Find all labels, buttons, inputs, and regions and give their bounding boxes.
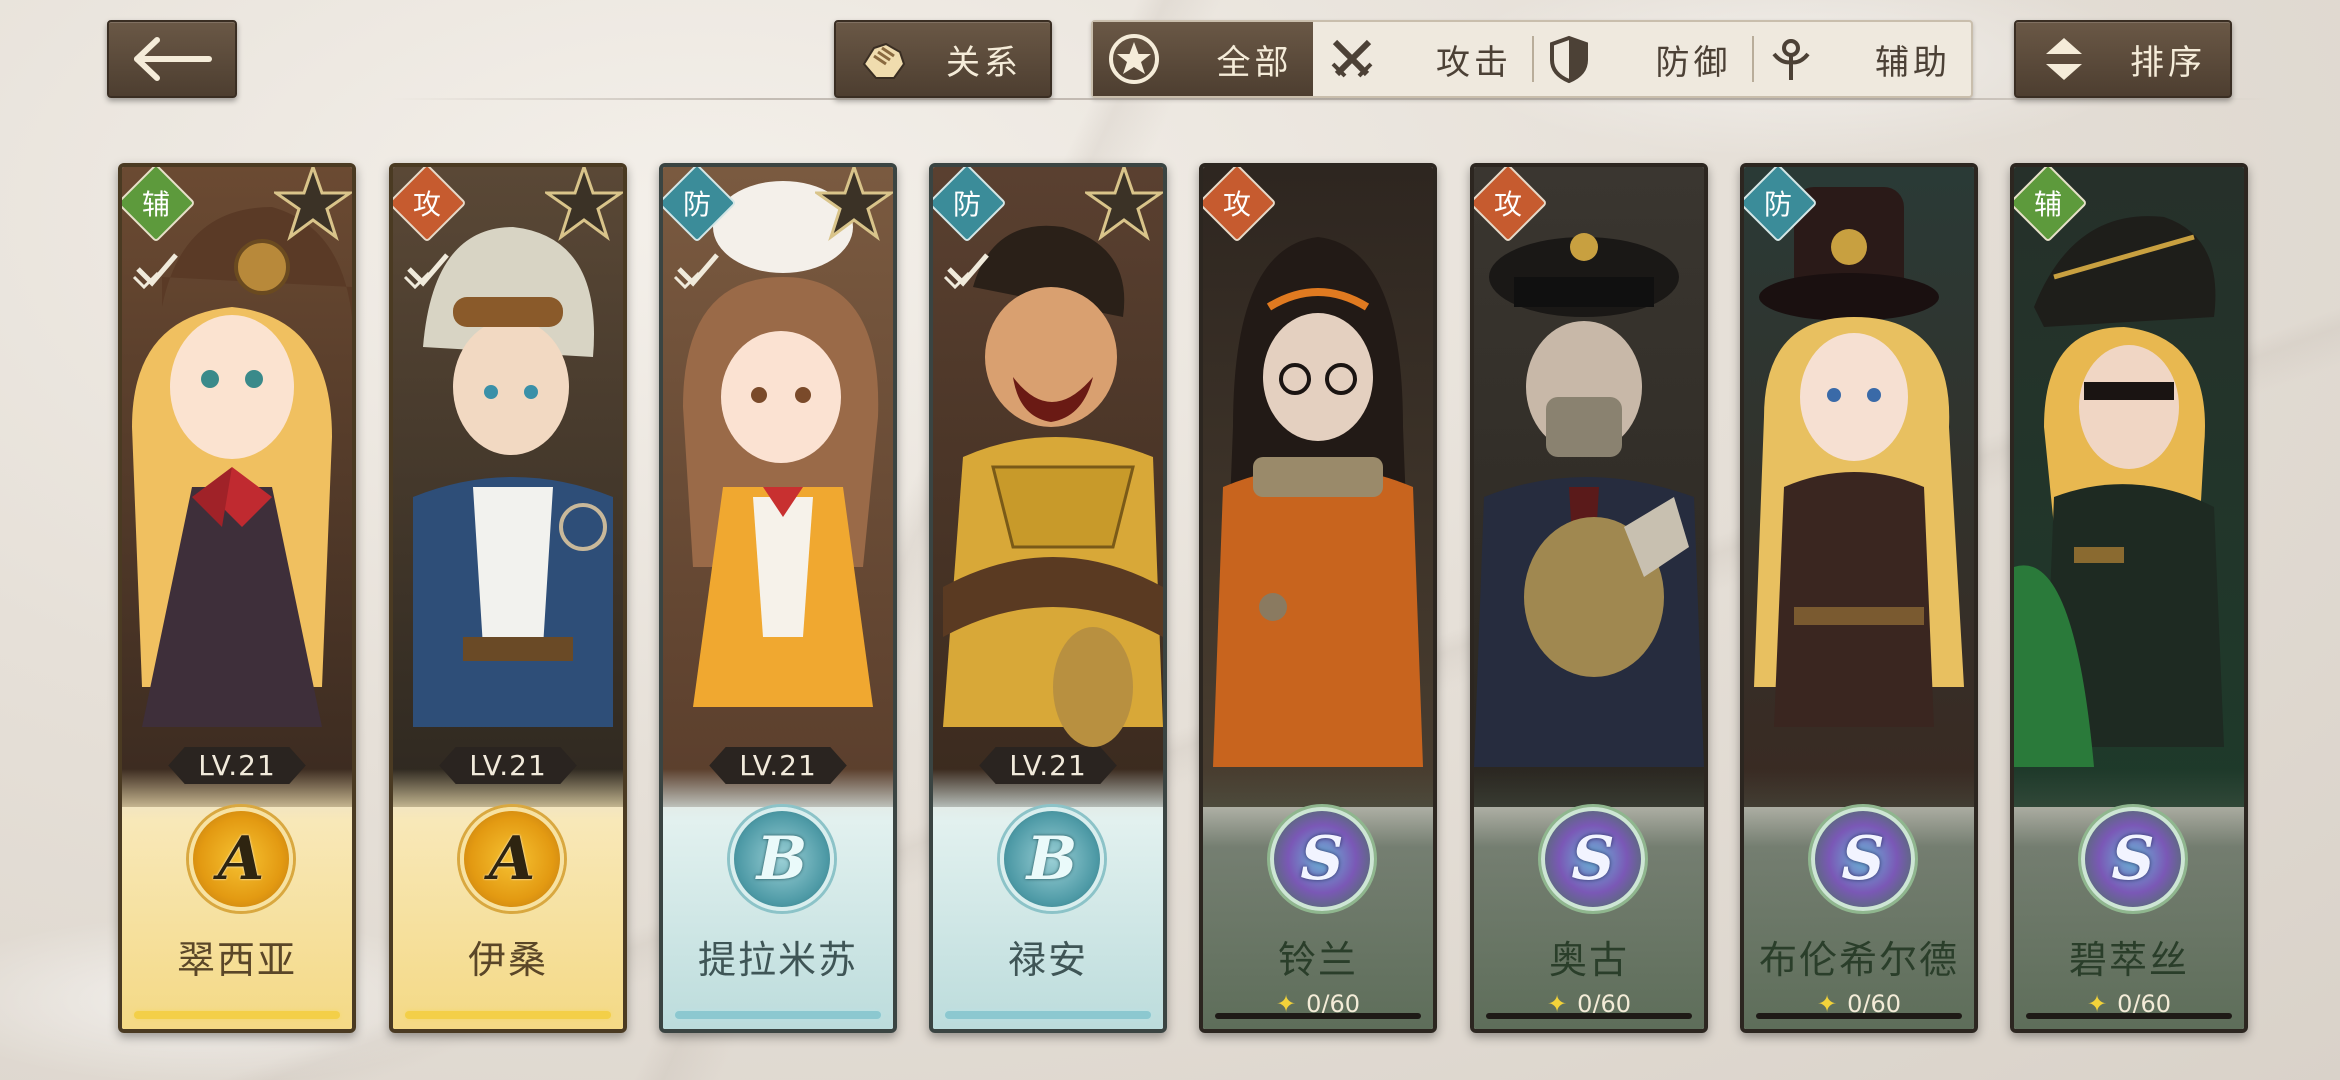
relation-button[interactable]: 关系 (834, 20, 1052, 98)
character-card[interactable]: 辅 LV.21 A 翠西亚 (118, 163, 356, 1033)
role-filter-tabs: 全部 攻击 防御 辅助 (1091, 20, 1973, 98)
rank-badge: S (2081, 807, 2185, 911)
header-divider (390, 98, 2270, 100)
handshake-icon (856, 34, 910, 84)
level-tag: LV.21 (168, 747, 306, 784)
level-tag: LV.21 (439, 747, 577, 784)
character-card[interactable]: 攻 S 铃兰 ✦ 0/60 (1199, 163, 1437, 1033)
rank-badge: B (1000, 807, 1104, 911)
character-portrait (2014, 167, 2244, 807)
xp-bar (405, 1011, 611, 1019)
shield-icon (1546, 34, 1592, 84)
favorite-star-icon[interactable] (545, 163, 623, 241)
shard-progress: ✦ 0/60 (1215, 989, 1421, 1019)
back-button[interactable] (107, 20, 237, 98)
shard-bar (1215, 1013, 1421, 1019)
crossed-swords-icon (1327, 34, 1377, 84)
character-name: 翠西亚 (176, 938, 297, 982)
rank-badge: S (1811, 807, 1915, 911)
level-tag: LV.21 (709, 747, 847, 784)
shard-bar (2026, 1013, 2232, 1019)
character-card[interactable]: 防 LV.21 B 提拉米苏 (659, 163, 897, 1033)
checkmark-icon (132, 253, 178, 290)
character-name: 提拉米苏 (697, 938, 858, 982)
shard-progress: ✦ 0/60 (1486, 989, 1692, 1019)
checkmark-icon (943, 253, 989, 290)
checkmark-icon (673, 253, 719, 290)
character-portrait (1203, 167, 1433, 807)
sort-arrows-icon (2042, 34, 2086, 84)
character-card[interactable]: 防 LV.21 B 禄安 (929, 163, 1167, 1033)
support-staff-icon (1766, 34, 1816, 84)
level-tag: LV.21 (979, 747, 1117, 784)
character-portrait (1474, 167, 1704, 807)
character-card[interactable]: 辅 S 碧萃丝 ✦ 0/60 (2010, 163, 2248, 1033)
favorite-star-icon[interactable] (1085, 163, 1163, 241)
rank-badge: A (460, 807, 564, 911)
shard-bar (1486, 1013, 1692, 1019)
character-name: 布伦希尔德 (1758, 938, 1959, 982)
rank-badge: S (1270, 807, 1374, 911)
character-name: 碧萃丝 (2068, 938, 2189, 982)
shard-bar (1756, 1013, 1962, 1019)
relation-label: 关系 (946, 42, 1022, 83)
sort-label: 排序 (2130, 42, 2206, 83)
character-name: 奥古 (1548, 938, 1629, 982)
rank-badge: B (730, 807, 834, 911)
tab-support[interactable]: 辅助 (1751, 22, 1972, 96)
character-name: 铃兰 (1277, 938, 1358, 982)
checkmark-icon (403, 253, 449, 290)
favorite-star-icon[interactable] (815, 163, 893, 241)
character-card[interactable]: 攻 S 奥古 ✦ 0/60 (1470, 163, 1708, 1033)
favorite-star-icon[interactable] (274, 163, 352, 241)
back-arrow-icon (127, 34, 217, 84)
xp-bar (945, 1011, 1151, 1019)
character-card[interactable]: 防 S 布伦希尔德 ✦ 0/60 (1740, 163, 1978, 1033)
tab-attack[interactable]: 攻击 (1313, 22, 1533, 96)
tab-defense[interactable]: 防御 (1532, 22, 1752, 96)
rank-badge: S (1541, 807, 1645, 911)
xp-bar (675, 1011, 881, 1019)
character-card[interactable]: 攻 LV.21 A 伊桑 (389, 163, 627, 1033)
character-name: 伊桑 (467, 938, 548, 982)
xp-bar (134, 1011, 340, 1019)
tab-all[interactable]: 全部 (1093, 22, 1313, 96)
shard-progress: ✦ 0/60 (2026, 989, 2232, 1019)
character-portrait (1744, 167, 1974, 807)
star-emblem-icon (1107, 32, 1161, 86)
character-name: 禄安 (1007, 938, 1088, 982)
shard-progress: ✦ 0/60 (1756, 989, 1962, 1019)
rank-badge: A (189, 807, 293, 911)
sort-button[interactable]: 排序 (2014, 20, 2232, 98)
